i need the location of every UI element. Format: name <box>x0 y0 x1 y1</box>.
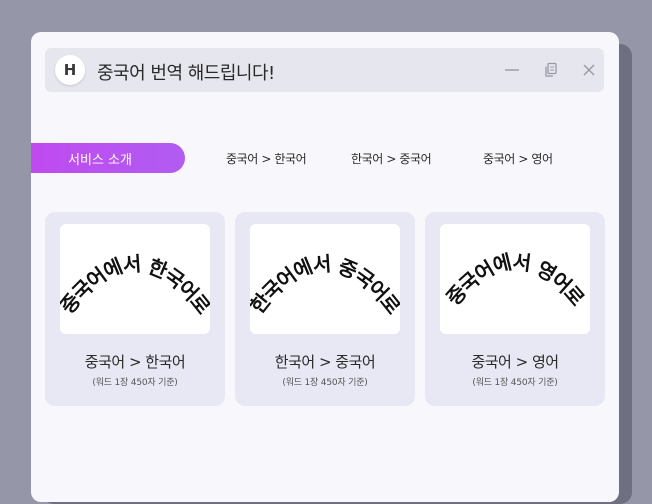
svg-text:한국어에서 중국어로: 한국어에서 중국어로 <box>250 252 400 319</box>
card-title: 한국어 > 중국어 <box>274 353 376 371</box>
arc-text: 한국어에서 중국어로 <box>250 252 400 319</box>
minimize-button[interactable] <box>501 59 523 81</box>
app-logo: H <box>55 55 85 85</box>
minimize-icon <box>505 69 519 71</box>
card-subtitle: (워드 1장 450자 기준) <box>282 378 368 388</box>
tab-service-intro[interactable]: 서비스 소개 <box>31 143 185 173</box>
app-window: H 중국어 번역 해드립니다! 서비스 소개 중국어 > 한국어 한국어 > 중… <box>31 32 619 502</box>
arc-text-image: 한국어에서 중국어로 <box>250 252 400 319</box>
arc-text: 중국어에서 영어로 <box>441 249 590 310</box>
tab-chinese-to-korean[interactable]: 중국어 > 한국어 <box>226 150 307 167</box>
arc-text: 중국어에서 한국어로 <box>60 252 210 319</box>
card-thumbnail: 한국어에서 중국어로 <box>250 224 400 334</box>
card-subtitle: (워드 1장 450자 기준) <box>92 378 178 388</box>
card-thumbnail: 중국어에서 한국어로 <box>60 224 210 334</box>
tab-chinese-to-english[interactable]: 중국어 > 영어 <box>483 150 553 167</box>
service-card-chinese-korean[interactable]: 중국어에서 한국어로 중국어 > 한국어 (워드 1장 450자 기준) <box>45 212 225 406</box>
arc-text-image: 중국어에서 영어로 <box>441 249 590 310</box>
copy-icon <box>545 62 557 77</box>
arc-text-image: 중국어에서 한국어로 <box>60 252 210 319</box>
svg-text:중국어에서 한국어로: 중국어에서 한국어로 <box>60 252 210 319</box>
service-card-korean-chinese[interactable]: 한국어에서 중국어로 한국어 > 중국어 (워드 1장 450자 기준) <box>235 212 415 406</box>
window-title: 중국어 번역 해드립니다! <box>97 63 275 84</box>
title-bar: H 중국어 번역 해드립니다! <box>45 48 604 92</box>
tab-korean-to-chinese[interactable]: 한국어 > 중국어 <box>351 150 432 167</box>
svg-text:중국어에서 영어로: 중국어에서 영어로 <box>441 249 589 310</box>
card-title: 중국어 > 영어 <box>471 353 559 371</box>
copy-button[interactable] <box>540 59 562 81</box>
tab-label: 서비스 소개 <box>68 152 132 168</box>
card-thumbnail: 중국어에서 영어로 <box>440 224 590 334</box>
card-subtitle: (워드 1장 450자 기준) <box>472 378 558 388</box>
close-button[interactable] <box>578 59 600 81</box>
card-title: 중국어 > 한국어 <box>84 353 186 371</box>
service-card-chinese-english[interactable]: 중국어에서 영어로 중국어 > 영어 (워드 1장 450자 기준) <box>425 212 605 406</box>
close-icon <box>583 64 595 76</box>
